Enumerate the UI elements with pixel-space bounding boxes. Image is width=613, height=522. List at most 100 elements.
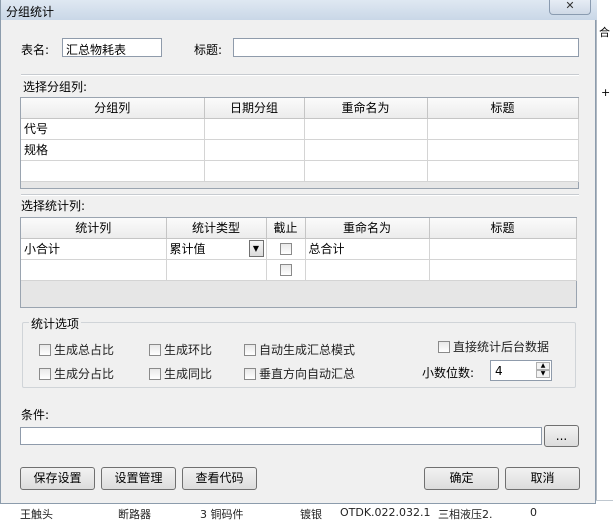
section-divider bbox=[21, 74, 579, 76]
condition-label: 条件: bbox=[21, 408, 50, 422]
view-code-button[interactable]: 查看代码 bbox=[182, 467, 257, 490]
ring-ratio-checkbox[interactable] bbox=[149, 343, 161, 356]
title-cell[interactable] bbox=[427, 160, 579, 182]
ok-button[interactable]: 确定 bbox=[424, 467, 499, 490]
group-ratio-label: 生成分占比 bbox=[54, 367, 115, 381]
group-ratio-option[interactable]: 生成分占比 bbox=[39, 365, 114, 382]
grid-header-row: 统计列 统计类型 截止 重命名为 标题 bbox=[21, 218, 577, 239]
stepper-up-icon[interactable]: ▲ bbox=[536, 362, 550, 370]
rename-cell[interactable] bbox=[304, 118, 428, 140]
background-cell: 合 bbox=[599, 26, 610, 39]
rename-cell[interactable] bbox=[305, 259, 430, 281]
stat-columns-grid[interactable]: 统计列 统计类型 截止 重命名为 标题 小合计 ▼ 累计值 总合计 bbox=[20, 217, 577, 308]
cutoff-checkbox[interactable] bbox=[279, 264, 292, 276]
decimal-places-value: 4 bbox=[495, 364, 503, 378]
vertical-auto-summary-checkbox[interactable] bbox=[244, 367, 256, 380]
group-column-cell[interactable]: 代号 bbox=[21, 118, 205, 140]
condition-input[interactable] bbox=[20, 427, 542, 445]
close-button[interactable]: ✕ bbox=[549, 0, 591, 15]
column-header[interactable]: 标题 bbox=[429, 218, 577, 239]
total-ratio-checkbox[interactable] bbox=[39, 343, 51, 356]
table-name-label: 表名: bbox=[21, 43, 50, 57]
section-divider bbox=[21, 194, 579, 196]
column-header[interactable]: 分组列 bbox=[21, 98, 205, 119]
title-label: 标题: bbox=[194, 43, 223, 57]
background-cell: 镀银 bbox=[300, 508, 322, 521]
table-row[interactable] bbox=[21, 259, 577, 281]
column-header[interactable]: 日期分组 bbox=[204, 98, 305, 119]
table-row[interactable]: 规格 bbox=[21, 139, 579, 161]
title-cell[interactable] bbox=[427, 118, 579, 140]
date-group-cell[interactable] bbox=[204, 118, 305, 140]
yoy-ratio-label: 生成同比 bbox=[164, 367, 213, 381]
total-ratio-option[interactable]: 生成总占比 bbox=[39, 341, 114, 358]
group-ratio-checkbox[interactable] bbox=[39, 367, 51, 380]
title-bar[interactable]: 分组统计 bbox=[1, 0, 597, 20]
save-settings-button[interactable]: 保存设置 bbox=[20, 467, 95, 490]
auto-summary-mode-option[interactable]: 自动生成汇总模式 bbox=[244, 341, 355, 358]
rename-cell[interactable] bbox=[304, 160, 428, 182]
background-cell: 王触头 bbox=[20, 508, 53, 521]
date-group-cell[interactable] bbox=[204, 160, 305, 182]
background-expand-icon: + bbox=[601, 86, 611, 99]
column-header[interactable]: 重命名为 bbox=[304, 98, 428, 119]
stat-options-legend: 统计选项 bbox=[29, 315, 82, 332]
title-cell[interactable] bbox=[429, 238, 577, 260]
background-cell: 3 铜码件 bbox=[200, 508, 244, 521]
rename-cell[interactable] bbox=[304, 139, 428, 161]
decimal-places-stepper[interactable]: 4 ▲ ▼ bbox=[490, 360, 552, 381]
stat-type-cell[interactable] bbox=[166, 259, 267, 281]
background-cell: 断路器 bbox=[118, 508, 151, 521]
stat-section-label: 选择统计列: bbox=[21, 199, 86, 213]
stat-type-select[interactable]: ▼ 累计值 bbox=[166, 238, 267, 260]
yoy-ratio-option[interactable]: 生成同比 bbox=[149, 365, 212, 382]
decimal-places-label: 小数位数: bbox=[422, 366, 475, 380]
cancel-button[interactable]: 取消 bbox=[505, 467, 580, 490]
group-column-cell[interactable]: 规格 bbox=[21, 139, 205, 161]
column-header[interactable]: 统计列 bbox=[21, 218, 167, 239]
group-column-cell[interactable] bbox=[21, 160, 205, 182]
table-row[interactable]: 代号 bbox=[21, 118, 579, 140]
cutoff-checkbox[interactable] bbox=[279, 243, 292, 255]
cutoff-cell bbox=[266, 238, 306, 260]
group-section-label: 选择分组列: bbox=[23, 80, 88, 94]
table-row[interactable] bbox=[21, 160, 579, 182]
condition-browse-button[interactable]: ... bbox=[544, 425, 579, 447]
rename-cell[interactable]: 总合计 bbox=[305, 238, 430, 260]
auto-summary-mode-label: 自动生成汇总模式 bbox=[259, 343, 356, 357]
table-row[interactable]: 小合计 ▼ 累计值 总合计 bbox=[21, 238, 577, 260]
close-icon: ✕ bbox=[565, 0, 575, 12]
settings-manager-button[interactable]: 设置管理 bbox=[101, 467, 176, 490]
column-header[interactable]: 统计类型 bbox=[166, 218, 267, 239]
auto-summary-mode-checkbox[interactable] bbox=[244, 343, 256, 356]
dialog-title: 分组统计 bbox=[6, 5, 55, 19]
stat-type-value: 累计值 bbox=[169, 242, 206, 256]
grid-header-row: 分组列 日期分组 重命名为 标题 bbox=[21, 98, 579, 119]
yoy-ratio-checkbox[interactable] bbox=[149, 367, 161, 380]
stepper-arrows[interactable]: ▲ ▼ bbox=[536, 362, 550, 379]
title-input[interactable] bbox=[233, 38, 579, 57]
direct-backend-option[interactable]: 直接统计后台数据 bbox=[438, 338, 549, 355]
vertical-auto-summary-label: 垂直方向自动汇总 bbox=[259, 367, 356, 381]
chevron-down-icon[interactable]: ▼ bbox=[248, 240, 264, 257]
background-cell: OTDK.022.032.1 bbox=[340, 506, 431, 519]
group-columns-grid[interactable]: 分组列 日期分组 重命名为 标题 代号 规格 bbox=[20, 97, 579, 189]
vertical-auto-summary-option[interactable]: 垂直方向自动汇总 bbox=[244, 365, 355, 382]
direct-backend-label: 直接统计后台数据 bbox=[453, 340, 550, 354]
stepper-down-icon[interactable]: ▼ bbox=[536, 370, 550, 378]
ring-ratio-option[interactable]: 生成环比 bbox=[149, 341, 212, 358]
cutoff-cell bbox=[266, 259, 306, 281]
total-ratio-label: 生成总占比 bbox=[54, 343, 115, 357]
stat-column-cell[interactable] bbox=[21, 259, 167, 281]
table-name-input[interactable]: 汇总物耗表 bbox=[62, 38, 162, 57]
column-header[interactable]: 标题 bbox=[427, 98, 579, 119]
column-header[interactable]: 截止 bbox=[266, 218, 306, 239]
background-cell: 0 bbox=[530, 506, 537, 519]
date-group-cell[interactable] bbox=[204, 139, 305, 161]
direct-backend-checkbox[interactable] bbox=[438, 340, 450, 353]
title-cell[interactable] bbox=[429, 259, 577, 281]
background-app-grid: 合 + bbox=[596, 0, 613, 522]
title-cell[interactable] bbox=[427, 139, 579, 161]
column-header[interactable]: 重命名为 bbox=[305, 218, 430, 239]
stat-column-cell[interactable]: 小合计 bbox=[21, 238, 167, 260]
